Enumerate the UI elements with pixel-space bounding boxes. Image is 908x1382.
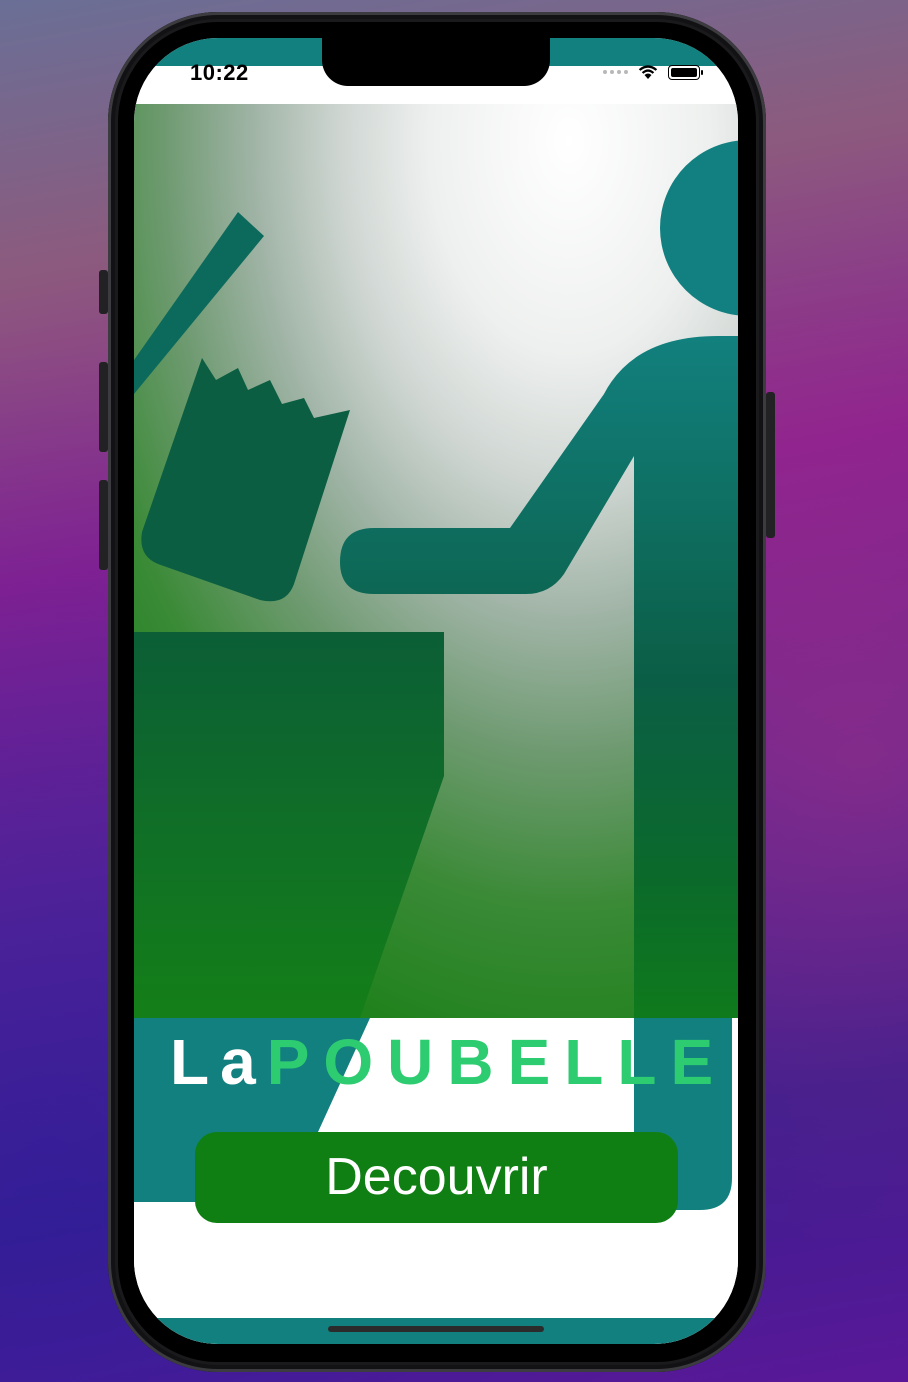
app-logo: LaPOUBELLE <box>170 1026 727 1098</box>
volume-up-button <box>99 362 108 452</box>
status-time: 10:22 <box>190 60 249 85</box>
discover-button[interactable]: Decouvrir <box>195 1132 678 1223</box>
wifi-icon <box>638 65 658 79</box>
mute-switch <box>99 270 108 314</box>
volume-down-button <box>99 480 108 570</box>
logo-main: POUBELLE <box>266 1026 728 1098</box>
power-button <box>766 392 775 538</box>
hero-illustration <box>134 104 738 1018</box>
cellular-signal-icon <box>603 70 628 74</box>
device-notch <box>322 38 550 86</box>
battery-icon <box>668 64 703 80</box>
logo-prefix: La <box>170 1026 267 1098</box>
home-indicator[interactable] <box>328 1326 544 1332</box>
phone-screen: LaPOUBELLE Decouvrir 10:22 <box>134 38 738 1344</box>
person-throwing-trash-icon <box>134 104 738 1018</box>
status-icons <box>603 62 703 82</box>
